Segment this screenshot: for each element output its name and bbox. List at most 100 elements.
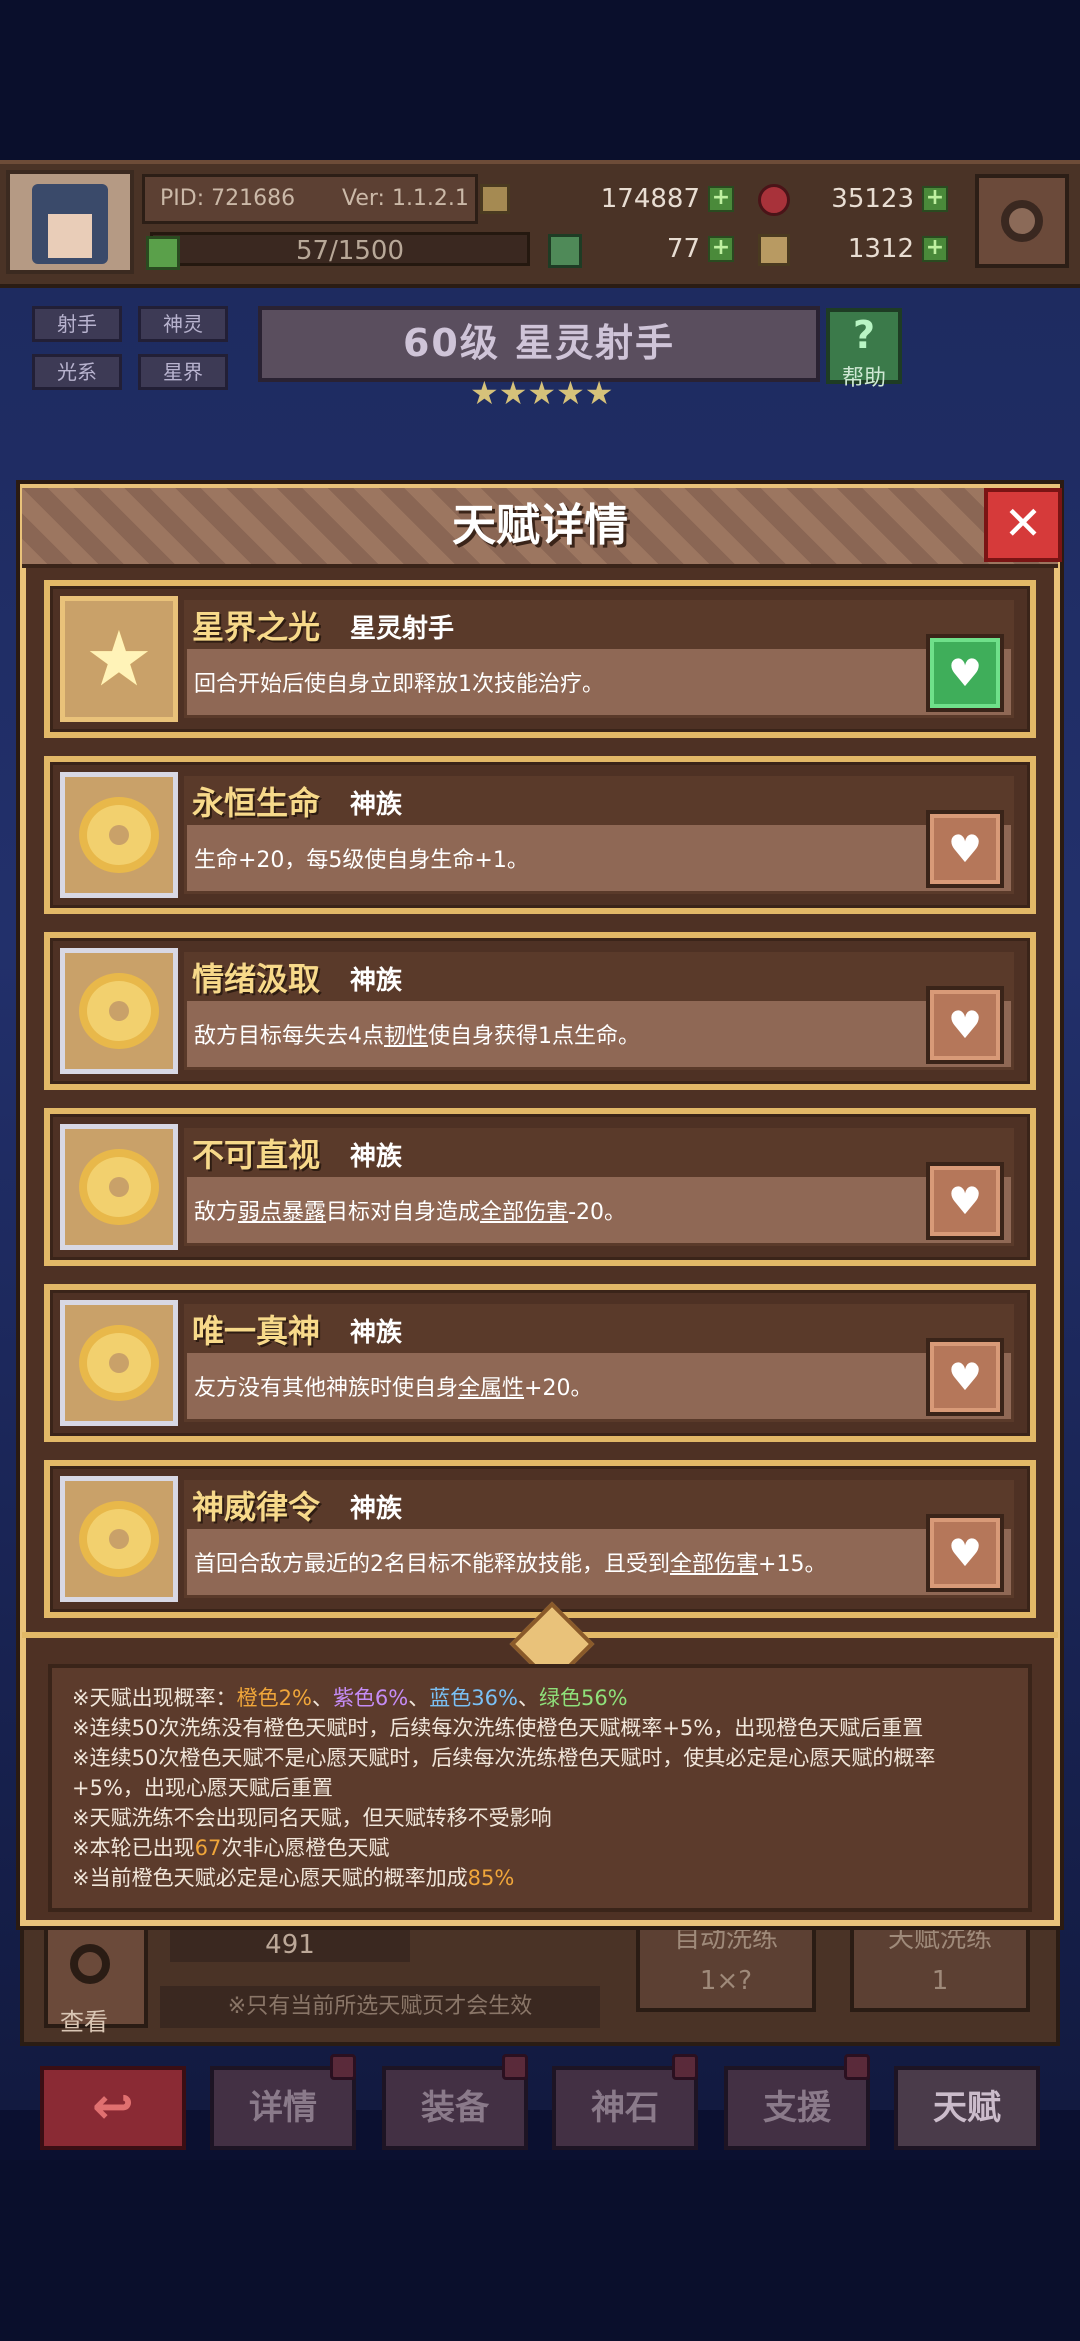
reroll-count: 491	[170, 1928, 410, 1962]
talent-card[interactable]: 不可直视 神族 敌方弱点暴露目标对自身造成全部伤害-20。 ♥	[44, 1108, 1036, 1266]
talent-type: 神族	[350, 1142, 403, 1172]
star-icon: ★	[498, 374, 528, 412]
keyword-link[interactable]: 全部伤害	[670, 1552, 758, 1577]
tag-faction: 星界	[138, 354, 228, 390]
clover-amount: 77	[666, 234, 700, 264]
divine-talent-icon	[60, 1476, 178, 1602]
star-icon: ★	[527, 374, 557, 412]
heart-icon: ♥	[947, 1179, 983, 1223]
gem-amount: 35123	[831, 184, 914, 214]
wish-heart-button[interactable]: ♥	[926, 810, 1004, 888]
leaf-icon	[146, 236, 180, 270]
gear-icon	[1001, 200, 1043, 242]
magnifier-icon	[70, 1944, 110, 1984]
rule-round-count: ※本轮已出现67次非心愿橙色天赋	[72, 1836, 390, 1860]
auto-reroll-button[interactable]: 自动洗练 1×?	[636, 1918, 816, 2012]
keyword-link[interactable]: 全属性	[458, 1376, 524, 1401]
help-label: 帮助	[841, 366, 886, 391]
talent-card[interactable]: 情绪汲取 神族 敌方目标每失去4点韧性使自身获得1点生命。 ♥	[44, 932, 1036, 1090]
rule-wish-pity-cont: +5%，出现心愿天赋后重置	[72, 1776, 333, 1800]
coin-icon	[480, 184, 510, 214]
notification-dot	[502, 2054, 528, 2080]
add-boots-button[interactable]: +	[922, 236, 948, 262]
search-label: 查看	[60, 2008, 108, 2036]
heart-icon: ♥	[947, 1355, 983, 1399]
tag-element: 光系	[32, 354, 122, 390]
talent-reroll-button[interactable]: 天赋洗练 1	[850, 1918, 1030, 2012]
talent-type: 神族	[350, 1318, 403, 1348]
wish-heart-button[interactable]: ♥	[926, 634, 1004, 712]
settings-button[interactable]	[975, 174, 1069, 268]
talent-name: 不可直视	[192, 1136, 321, 1174]
hero-level-title: 60级 星灵射手	[258, 306, 820, 382]
boot-icon	[758, 234, 790, 266]
auto-reroll-cost: 1×?	[699, 1966, 753, 1996]
wish-heart-button[interactable]: ♥	[926, 986, 1004, 1064]
rule-wish-bonus: ※当前橙色天赋必定是心愿天赋的概率加成85%	[72, 1866, 515, 1890]
rule-probability: ※天赋出现概率：橙色2%、紫色6%、蓝色36%、绿色56%	[72, 1686, 628, 1710]
add-clover-button[interactable]: +	[708, 236, 734, 262]
auto-reroll-label: 自动洗练	[673, 1924, 778, 1954]
boot-amount: 1312	[847, 234, 914, 264]
notification-dot	[330, 2054, 356, 2080]
player-avatar[interactable]	[6, 170, 134, 274]
top-bar-background	[0, 0, 1080, 160]
add-gold-button[interactable]: +	[708, 186, 734, 212]
talent-type: 神族	[350, 790, 403, 820]
talent-description: 首回合敌方最近的2名目标不能释放技能，且受到全部伤害+15。	[194, 1552, 827, 1577]
keyword-link[interactable]: 韧性	[384, 1024, 428, 1049]
keyword-link[interactable]: 全部伤害	[480, 1200, 568, 1225]
divine-talent-icon	[60, 1300, 178, 1426]
wish-heart-button[interactable]: ♥	[926, 1514, 1004, 1592]
heart-icon: ♥	[947, 1003, 983, 1047]
talent-description: 回合开始后使自身立即释放1次技能治疗。	[194, 672, 604, 697]
talent-reroll-label: 天赋洗练	[887, 1924, 992, 1954]
heart-icon: ♥	[947, 1531, 983, 1575]
question-icon: ?	[852, 313, 876, 357]
talent-description: 生命+20，每5级使自身生命+1。	[194, 848, 529, 873]
heart-icon: ♥	[947, 827, 983, 871]
notification-dot	[672, 2054, 698, 2080]
talent-card[interactable]: 神威律令 神族 首回合敌方最近的2名目标不能释放技能，且受到全部伤害+15。 ♥	[44, 1460, 1036, 1618]
rule-wish-pity: ※连续50次橙色天赋不是心愿天赋时，后续每次洗练橙色天赋时，使其必定是心愿天赋的…	[72, 1746, 936, 1770]
talent-type: 星灵射手	[350, 614, 455, 644]
star-talent-icon: ★	[60, 596, 178, 722]
tag-race: 神灵	[138, 306, 228, 342]
player-id: PID: 721686	[160, 186, 296, 211]
talent-name: 永恒生命	[192, 784, 321, 822]
gold-amount: 174887	[600, 184, 700, 214]
rule-orange-pity: ※连续50次洗练没有橙色天赋时，后续每次洗练使橙色天赋概率+5%，出现橙色天赋后…	[72, 1716, 924, 1740]
wish-heart-button[interactable]: ♥	[926, 1338, 1004, 1416]
talent-card[interactable]: 唯一真神 神族 友方没有其他神族时使自身全属性+20。 ♥	[44, 1284, 1036, 1442]
page-note: ※只有当前所选天赋页才会生效	[160, 1986, 600, 2028]
notification-dot	[844, 2054, 870, 2080]
back-button[interactable]: ↩	[40, 2066, 186, 2150]
talent-name: 神威律令	[192, 1488, 321, 1526]
talent-description: 敌方弱点暴露目标对自身造成全部伤害-20。	[194, 1200, 626, 1225]
wish-heart-button[interactable]: ♥	[926, 1162, 1004, 1240]
talent-card[interactable]: 永恒生命 神族 生命+20，每5级使自身生命+1。 ♥	[44, 756, 1036, 914]
clover-icon	[548, 234, 582, 268]
heart-icon: ♥	[947, 651, 983, 695]
ruby-icon	[758, 184, 790, 216]
rule-no-duplicate: ※天赋洗练不会出现同名天赋，但天赋转移不受影响	[72, 1806, 552, 1830]
talent-name: 星界之光	[192, 608, 321, 646]
talent-reroll-cost: 1	[931, 1966, 949, 1996]
talent-description: 敌方目标每失去4点韧性使自身获得1点生命。	[194, 1024, 641, 1049]
section-divider	[22, 1601, 1058, 1687]
keyword-link[interactable]: 弱点暴露	[238, 1200, 326, 1225]
add-gems-button[interactable]: +	[922, 186, 948, 212]
divine-talent-icon	[60, 772, 178, 898]
talent-description: 友方没有其他神族时使自身全属性+20。	[194, 1376, 593, 1401]
talent-type: 神族	[350, 1494, 403, 1524]
game-version: Ver: 1.1.2.1	[342, 186, 469, 211]
tag-class: 射手	[32, 306, 122, 342]
nav-talent[interactable]: 天赋	[894, 2066, 1040, 2150]
star-icon: ★	[556, 374, 585, 412]
bottom-bar-background	[0, 2160, 1080, 2341]
close-button[interactable]: ✕	[984, 488, 1062, 562]
talent-card[interactable]: ★ 星界之光 星灵射手 回合开始后使自身立即释放1次技能治疗。 ♥	[44, 580, 1036, 738]
talent-type: 神族	[350, 966, 403, 996]
star-icon: ★	[584, 374, 614, 412]
talent-name: 情绪汲取	[192, 960, 321, 998]
